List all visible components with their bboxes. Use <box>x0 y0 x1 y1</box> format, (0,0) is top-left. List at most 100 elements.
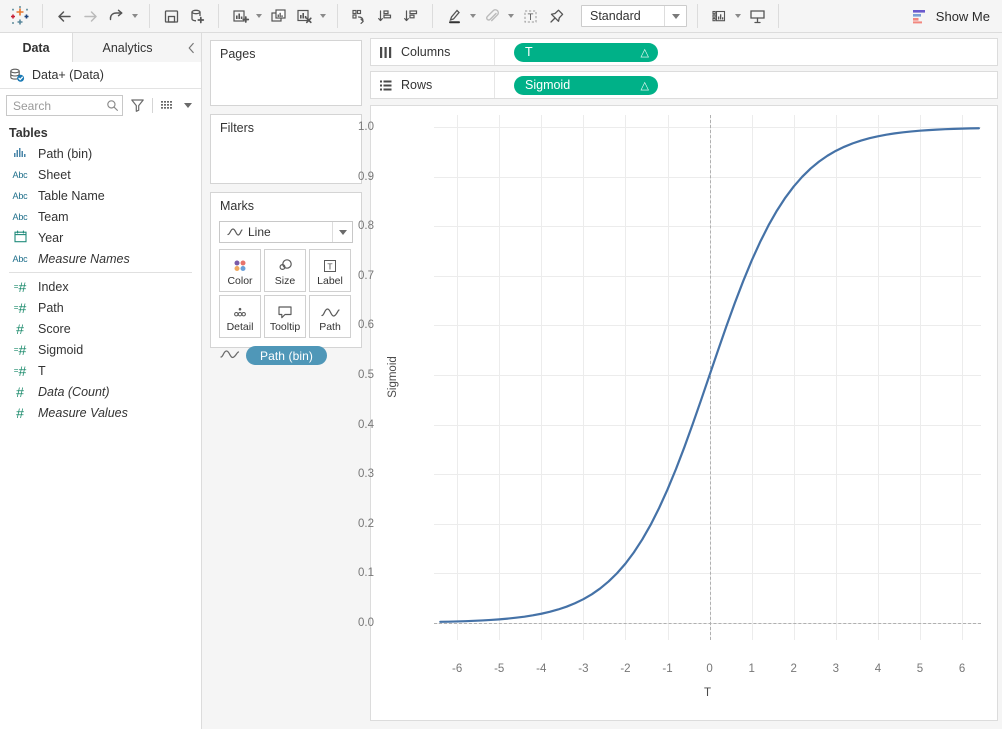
y-axis-title: Sigmoid <box>387 356 399 398</box>
tableau-window: T Standard Show Me Data Analytics Data+ … <box>0 0 1002 729</box>
tooltip-button[interactable]: Tooltip <box>264 295 306 338</box>
tab-data[interactable]: Data <box>0 33 73 62</box>
show-hide-cards-button[interactable] <box>706 3 732 29</box>
new-worksheet-caret[interactable] <box>253 3 265 29</box>
field-item[interactable]: = # Path <box>0 297 201 318</box>
clear-sheet-caret[interactable] <box>317 3 329 29</box>
field-icon-wrapper: # <box>10 385 30 399</box>
new-data-source-button[interactable] <box>184 3 210 29</box>
marks-pill-path-bin[interactable]: Path (bin) <box>246 346 328 365</box>
measures-list: = # Index = # Path # Score = # Sigmoid = # T # Data (Co… <box>0 276 201 423</box>
presentation-mode-button[interactable] <box>744 3 770 29</box>
line-mark-icon <box>220 227 248 237</box>
toolbar-divider <box>42 4 43 28</box>
field-item[interactable]: = # T <box>0 360 201 381</box>
y-axis-tick-label: 0.4 <box>358 418 374 431</box>
tableau-logo-icon[interactable] <box>0 0 40 33</box>
field-icon-wrapper: Abc <box>10 170 30 180</box>
show-hide-cards-caret[interactable] <box>732 3 744 29</box>
search-input[interactable] <box>7 96 123 115</box>
data-pane: Data Analytics Data+ (Data) Search Table… <box>0 33 202 729</box>
tab-analytics-label: Analytics <box>102 40 153 55</box>
undo-redo-button[interactable] <box>103 3 129 29</box>
highlighter-button[interactable] <box>441 3 467 29</box>
columns-pill-t[interactable]: T △ <box>514 42 658 62</box>
mark-type-value: Line <box>248 225 271 239</box>
rows-pill-sigmoid[interactable]: Sigmoid △ <box>514 75 658 95</box>
line-series-path[interactable] <box>439 127 980 623</box>
y-axis-tick-label: 0.2 <box>358 517 374 530</box>
worksheet-view[interactable]: Sigmoid T 0.0 0.1 0.2 0.3 0.4 0.5 0.6 0.7 0.8 0.9… <box>358 105 998 721</box>
save-button[interactable] <box>158 3 184 29</box>
fit-select[interactable]: Standard <box>581 5 687 27</box>
path-button[interactable]: Path <box>309 295 351 338</box>
field-item[interactable]: # Score <box>0 318 201 339</box>
toolbar-group-layout <box>340 0 430 33</box>
svg-text:T: T <box>527 12 533 23</box>
search-input-wrapper[interactable] <box>6 95 124 116</box>
field-label: Data (Count) <box>38 384 110 399</box>
field-item[interactable]: = # Index <box>0 276 201 297</box>
field-icon-wrapper: = # <box>10 301 30 315</box>
field-list-view-button[interactable] <box>158 95 177 116</box>
mark-type-select[interactable]: Line <box>219 221 353 243</box>
chart-plot-area[interactable]: Sigmoid T 0.0 0.1 0.2 0.3 0.4 0.5 0.6 0.7 0.8 0.9… <box>358 115 981 699</box>
tooltip-button-label: Tooltip <box>269 321 301 334</box>
new-worksheet-button[interactable] <box>227 3 253 29</box>
field-item[interactable]: Abc Team <box>0 206 201 227</box>
pages-card[interactable]: Pages <box>210 40 362 106</box>
number-icon: # <box>16 320 24 337</box>
field-list-menu-button[interactable] <box>182 95 195 116</box>
swap-rows-columns-button[interactable] <box>346 3 372 29</box>
undo-redo-caret[interactable] <box>129 3 141 29</box>
field-item[interactable]: Year <box>0 227 201 248</box>
field-item[interactable]: Abc Sheet <box>0 164 201 185</box>
show-me-icon <box>912 9 925 23</box>
field-label: T <box>38 363 46 378</box>
show-me-button[interactable]: Show Me <box>900 3 1002 29</box>
field-icon-wrapper: # <box>10 322 30 336</box>
forward-button[interactable] <box>77 3 103 29</box>
calculated-number-icon: = # <box>13 278 27 295</box>
size-button-label: Size <box>274 275 296 288</box>
paperclip-button[interactable] <box>479 3 505 29</box>
search-row <box>0 89 201 122</box>
fit-select-arrow[interactable] <box>664 6 686 26</box>
toolbar-divider <box>149 4 150 28</box>
abc-icon: Abc <box>12 253 28 264</box>
data-source-row[interactable]: Data+ (Data) <box>0 62 201 89</box>
size-icon <box>275 254 295 274</box>
field-item[interactable]: # Data (Count) <box>0 381 201 402</box>
back-button[interactable] <box>51 3 77 29</box>
highlighter-caret[interactable] <box>467 3 479 29</box>
detail-button[interactable]: Detail <box>219 295 261 338</box>
field-item[interactable]: Path (bin) <box>0 143 201 164</box>
color-button[interactable]: Color <box>219 249 261 292</box>
field-icon-wrapper: Abc <box>10 212 30 222</box>
field-item[interactable]: Abc Table Name <box>0 185 201 206</box>
sort-ascending-button[interactable] <box>372 3 398 29</box>
collapse-pane-button[interactable] <box>182 33 201 62</box>
show-mark-labels-button[interactable]: T <box>517 3 543 29</box>
clear-sheet-button[interactable] <box>291 3 317 29</box>
size-button[interactable]: Size <box>264 249 306 292</box>
list-view-icon <box>160 100 172 109</box>
field-item[interactable]: = # Sigmoid <box>0 339 201 360</box>
tab-analytics[interactable]: Analytics <box>73 33 183 62</box>
field-item[interactable]: # Measure Values <box>0 402 201 423</box>
field-label: Table Name <box>38 188 105 203</box>
rows-shelf[interactable]: Rows Sigmoid △ <box>370 71 998 99</box>
columns-shelf[interactable]: Columns T △ <box>370 38 998 66</box>
x-axis-tick-label: -1 <box>662 663 673 675</box>
duplicate-sheet-button[interactable] <box>265 3 291 29</box>
filter-fields-button[interactable] <box>128 95 147 116</box>
y-axis-tick-label: 0.7 <box>358 269 374 282</box>
paperclip-caret[interactable] <box>505 3 517 29</box>
field-item[interactable]: Abc Measure Names <box>0 248 201 269</box>
sort-descending-button[interactable] <box>398 3 424 29</box>
field-label: Score <box>38 321 71 336</box>
x-axis-tick-label: 4 <box>874 663 882 675</box>
fix-axes-button[interactable] <box>543 3 569 29</box>
field-icon-wrapper: = # <box>10 343 30 357</box>
field-icon-wrapper: # <box>10 406 30 420</box>
